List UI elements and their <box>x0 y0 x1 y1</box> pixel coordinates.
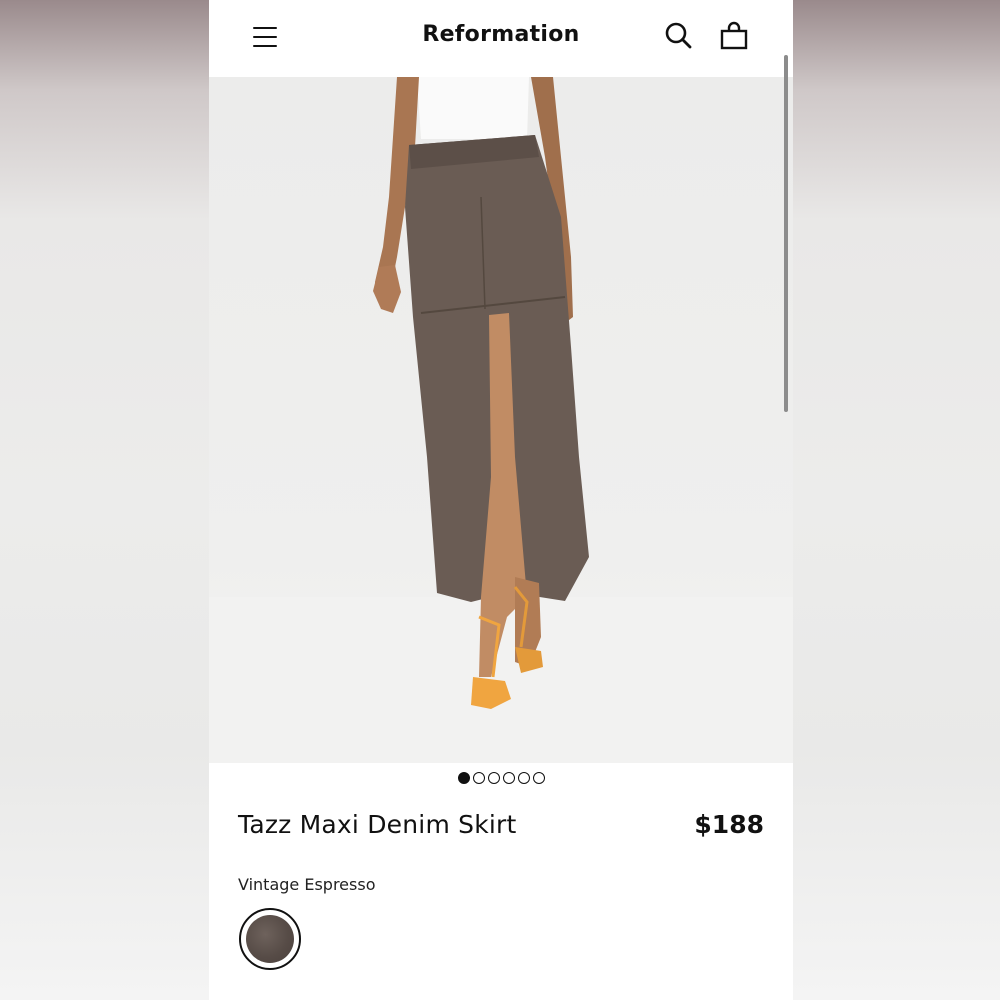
product-price: $188 <box>694 810 764 839</box>
selected-color-label: Vintage Espresso <box>238 875 376 894</box>
carousel-dot[interactable] <box>502 772 515 784</box>
product-image-carousel[interactable] <box>209 77 793 763</box>
carousel-dot[interactable] <box>517 772 530 784</box>
blurred-backdrop-left <box>0 0 209 1000</box>
product-page: Reformation Tazz Maxi Denim Skirt $188 V… <box>209 0 793 1000</box>
carousel-dot[interactable] <box>457 772 470 784</box>
carousel-dot[interactable] <box>532 772 545 784</box>
color-swatch-vintage-espresso[interactable] <box>239 908 301 970</box>
page-scrollbar[interactable] <box>784 55 788 412</box>
shopping-bag-icon[interactable] <box>718 20 750 52</box>
product-photo <box>209 77 793 763</box>
product-title: Tazz Maxi Denim Skirt <box>238 810 517 839</box>
carousel-dot[interactable] <box>472 772 485 784</box>
blurred-backdrop-right <box>793 0 1000 1000</box>
brand-logo[interactable]: Reformation <box>209 22 793 47</box>
top-nav-bar: Reformation <box>209 0 793 77</box>
carousel-pagination <box>209 772 793 784</box>
search-icon[interactable] <box>663 20 695 52</box>
carousel-dot[interactable] <box>487 772 500 784</box>
color-swatch-fill <box>246 915 294 963</box>
